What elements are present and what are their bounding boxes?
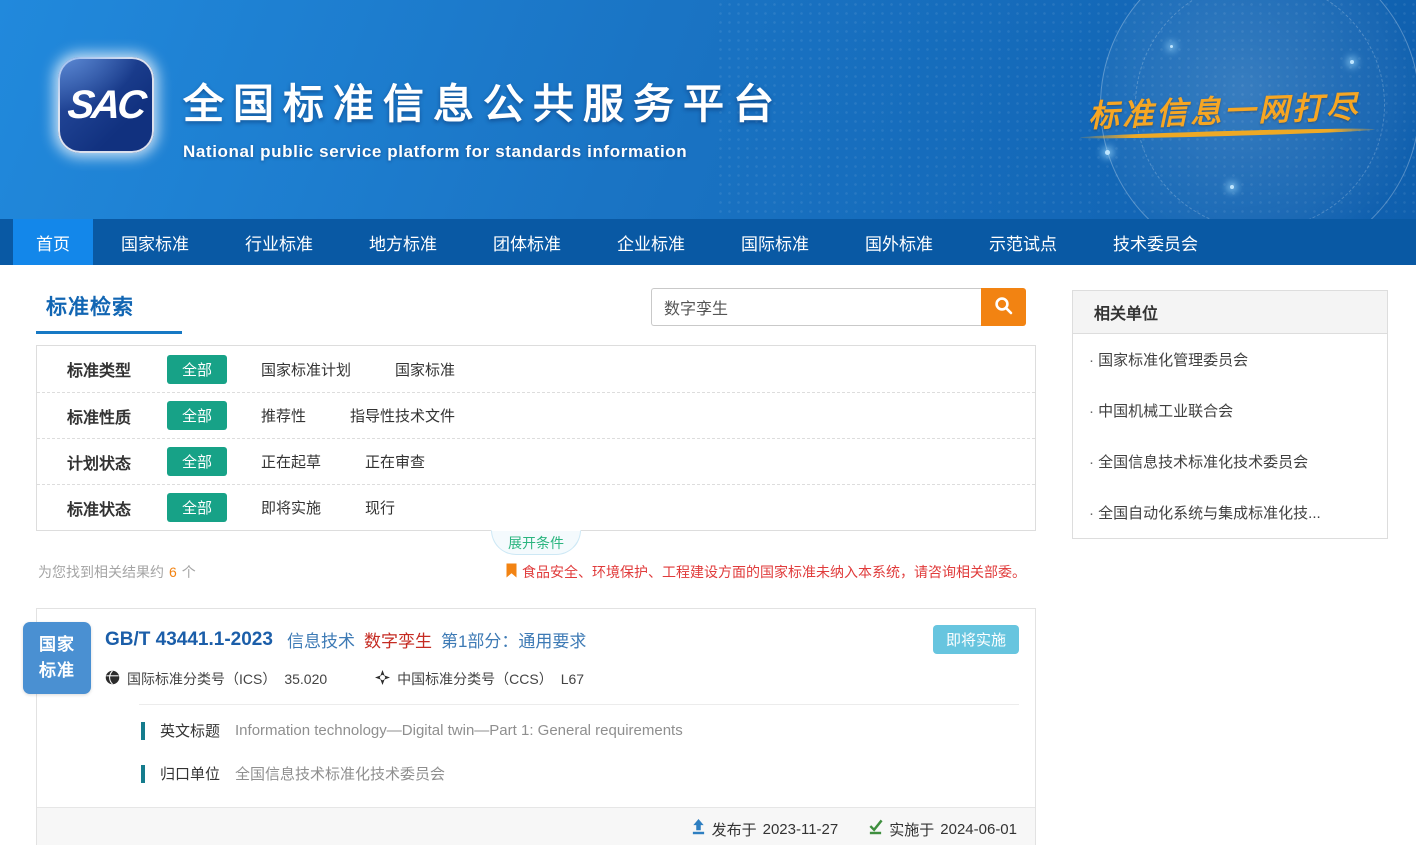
filter-all-button[interactable]: 全部 — [167, 355, 227, 384]
search-bar — [651, 288, 1026, 326]
filter-option[interactable]: 正在起草 — [261, 451, 321, 472]
site-header: SAC 全国标准信息公共服务平台 National public service… — [0, 0, 1416, 219]
sidebar-item-automation-systems-committee[interactable]: 全国自动化系统与集成标准化技... — [1073, 487, 1387, 538]
badge-line2: 标准 — [39, 658, 75, 684]
sidebar-item-sac[interactable]: 国家标准化管理委员会 — [1073, 334, 1387, 385]
english-title-row: 英文标题 Information technology—Digital twin… — [105, 709, 1019, 752]
glow-dot — [1230, 185, 1234, 189]
filter-label: 计划状态 — [67, 450, 167, 474]
published-date: 发布于 2023-11-27 — [691, 819, 839, 840]
published-value: 2023-11-27 — [763, 821, 839, 838]
nav-tab-pilot[interactable]: 示范试点 — [961, 219, 1085, 265]
publish-upload-icon — [691, 819, 712, 839]
main-content: 标准检索 标准类型 全部 国家标准计划 国家标准 — [0, 265, 1416, 845]
detail-label: 英文标题 — [160, 720, 220, 741]
nav-tab-local-standards[interactable]: 地方标准 — [341, 219, 465, 265]
header-slogan: 标准信息一网打尽 — [1087, 81, 1360, 135]
nav-tab-technical-committee[interactable]: 技术委员会 — [1085, 219, 1226, 265]
nav-tab-national-standards[interactable]: 国家标准 — [93, 219, 217, 265]
nav-tab-home[interactable]: 首页 — [13, 219, 93, 265]
filter-option[interactable]: 正在审查 — [365, 451, 425, 472]
nav-tab-group-standards[interactable]: 团体标准 — [465, 219, 589, 265]
notice-text: 食品安全、环境保护、工程建设方面的国家标准未纳入本系统，请咨询相关部委。 — [522, 562, 1026, 582]
filter-label: 标准状态 — [67, 496, 167, 520]
filter-row-standard-type: 标准类型 全部 国家标准计划 国家标准 — [37, 346, 1035, 392]
search-icon — [994, 296, 1013, 318]
nav-tab-enterprise-standards[interactable]: 企业标准 — [589, 219, 713, 265]
filter-option[interactable]: 国家标准 — [395, 359, 455, 380]
implemented-label: 实施于 — [889, 819, 934, 840]
ccs-value: L67 — [561, 671, 584, 687]
status-badge: 即将实施 — [933, 625, 1019, 654]
filter-label: 标准类型 — [67, 357, 167, 381]
summary-suffix: 个 — [182, 564, 196, 580]
bookmark-icon — [506, 563, 522, 581]
page-title: 标准检索 — [36, 291, 182, 334]
search-input[interactable] — [651, 288, 981, 326]
badge-line1: 国家 — [39, 632, 75, 658]
committee-row: 归口单位 全国信息技术标准化技术委员会 — [105, 752, 1019, 795]
filter-option[interactable]: 现行 — [365, 497, 395, 518]
teal-bar — [141, 765, 145, 783]
teal-bar — [141, 722, 145, 740]
filter-panel: 标准类型 全部 国家标准计划 国家标准 标准性质 全部 推荐性 指导性技术文件 … — [36, 345, 1036, 531]
divider — [139, 704, 1019, 705]
ics-classification: 国际标准分类号（ICS） 35.020 — [105, 669, 327, 689]
filter-row-standard-status: 标准状态 全部 即将实施 现行 — [37, 484, 1035, 530]
glow-dot — [1105, 150, 1110, 155]
site-title-english: National public service platform for sta… — [183, 142, 783, 162]
sidebar-item-it-standardization-committee[interactable]: 全国信息技术标准化技术委员会 — [1073, 436, 1387, 487]
ccs-classification: 中国标准分类号（CCS） L67 — [375, 669, 584, 689]
glow-dot — [1170, 45, 1173, 48]
filter-all-button[interactable]: 全部 — [167, 401, 227, 430]
filter-all-button[interactable]: 全部 — [167, 493, 227, 522]
standard-title-highlight[interactable]: 数字孪生 — [364, 627, 432, 652]
system-notice: 食品安全、环境保护、工程建设方面的国家标准未纳入本系统，请咨询相关部委。 — [506, 562, 1026, 582]
implemented-date: 实施于 2024-06-01 — [868, 819, 1017, 840]
nav-tab-industry-standards[interactable]: 行业标准 — [217, 219, 341, 265]
result-card-footer: 发布于 2023-11-27 实施于 2024-06-01 — [37, 807, 1035, 845]
results-summary: 为您找到相关结果约 6个 — [38, 562, 196, 582]
glow-dot — [1350, 60, 1354, 64]
implemented-value: 2024-06-01 — [940, 821, 1017, 838]
filter-label: 标准性质 — [67, 404, 167, 428]
standard-title-part2[interactable]: 第1部分：通用要求 — [441, 627, 586, 652]
expand-conditions-button[interactable]: 展开条件 — [491, 530, 581, 555]
search-button[interactable] — [981, 288, 1026, 326]
main-nav: 首页 国家标准 行业标准 地方标准 团体标准 企业标准 国际标准 国外标准 示范… — [0, 219, 1416, 265]
site-title-chinese: 全国标准信息公共服务平台 — [183, 70, 783, 130]
detail-label: 归口单位 — [160, 763, 220, 784]
filter-all-button[interactable]: 全部 — [167, 447, 227, 476]
ics-label: 国际标准分类号（ICS） — [127, 669, 276, 689]
related-units-panel: 相关单位 国家标准化管理委员会 中国机械工业联合会 全国信息技术标准化技术委员会… — [1072, 290, 1388, 539]
result-card: 国家 标准 GB/T 43441.1-2023 信息技术 数字孪生 第1部分：通… — [36, 608, 1036, 845]
filter-option[interactable]: 推荐性 — [261, 405, 306, 426]
ics-value: 35.020 — [284, 671, 327, 687]
ccs-label: 中国标准分类号（CCS） — [397, 669, 553, 689]
summary-prefix: 为您找到相关结果约 — [38, 564, 164, 580]
summary-count: 6 — [169, 564, 177, 580]
nav-tab-international-standards[interactable]: 国际标准 — [713, 219, 837, 265]
filter-option[interactable]: 国家标准计划 — [261, 359, 351, 380]
detail-value: Information technology—Digital twin—Part… — [235, 722, 683, 739]
sac-logo-text: SAC — [66, 83, 146, 128]
filter-option[interactable]: 指导性技术文件 — [350, 405, 455, 426]
filter-option[interactable]: 即将实施 — [261, 497, 321, 518]
sidebar-item-machinery-federation[interactable]: 中国机械工业联合会 — [1073, 385, 1387, 436]
published-label: 发布于 — [712, 819, 757, 840]
compass-icon — [375, 670, 397, 688]
implement-check-icon — [868, 819, 889, 839]
standard-code-link[interactable]: GB/T 43441.1-2023 — [105, 629, 273, 651]
related-units-title: 相关单位 — [1073, 291, 1387, 334]
filter-row-standard-nature: 标准性质 全部 推荐性 指导性技术文件 — [37, 392, 1035, 438]
standard-type-badge: 国家 标准 — [23, 622, 91, 694]
filter-row-plan-status: 计划状态 全部 正在起草 正在审查 — [37, 438, 1035, 484]
nav-tab-foreign-standards[interactable]: 国外标准 — [837, 219, 961, 265]
detail-value: 全国信息技术标准化技术委员会 — [235, 763, 445, 784]
globe-icon — [105, 670, 127, 688]
standard-title-part1[interactable]: 信息技术 — [287, 627, 355, 652]
site-titles: 全国标准信息公共服务平台 National public service pla… — [183, 70, 783, 162]
sac-logo[interactable]: SAC — [58, 57, 154, 153]
